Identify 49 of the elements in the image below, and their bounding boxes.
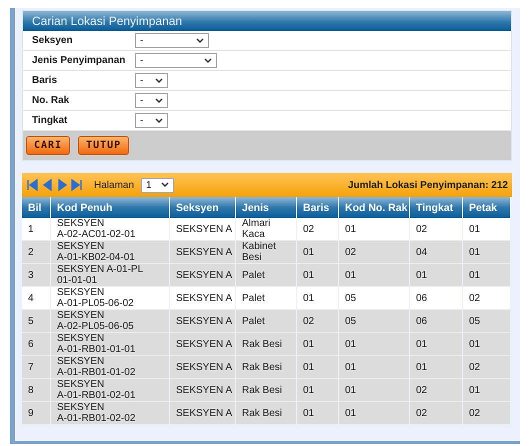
field-label: Baris [32, 75, 58, 86]
column-header[interactable]: Jenis [236, 197, 296, 218]
field-label: Tingkat [32, 115, 68, 126]
close-button[interactable]: TUTUP [78, 136, 130, 155]
table-cell: 01 [297, 402, 338, 425]
table-row[interactable]: 4 SEKSYEN A-01-PL05-06-02 SEKSYEN A Palet 01 05 06 02 [22, 287, 510, 310]
table-row[interactable]: 8 SEKSYEN A-01-RB01-02-01 SEKSYEN A Rak Besi 01 01 02 01 [22, 379, 510, 402]
last-page-icon[interactable] [71, 179, 83, 191]
table-cell: Rak Besi [236, 402, 296, 425]
field-label: Seksyen [32, 35, 73, 46]
page-label: Halaman [94, 180, 134, 190]
table-cell: 01 [339, 402, 409, 425]
column-header[interactable]: Baris [297, 197, 338, 218]
chevron-down-icon [196, 38, 204, 44]
table-cell: 02 [410, 402, 462, 425]
column-header[interactable]: Petak [463, 197, 510, 218]
page-dropdown[interactable]: 1 [141, 178, 174, 192]
table-cell: 9 [22, 402, 50, 425]
table-cell: SEKSYEN A [170, 402, 235, 425]
column-header[interactable]: Kod Penuh [51, 197, 169, 218]
chevron-down-icon [161, 182, 170, 188]
table-row[interactable]: 7 SEKSYEN A-01-RB01-01-02 SEKSYEN A Rak Besi 01 01 01 02 [22, 356, 510, 379]
next-page-icon[interactable] [56, 179, 68, 191]
chevron-down-icon [155, 78, 163, 84]
column-header[interactable]: Seksyen [170, 197, 235, 218]
field-label: Jenis Penyimpanan [32, 55, 126, 66]
table-row[interactable]: 3 SEKSYEN A-01-PL 01-01-01 SEKSYEN A Palet 01 01 01 01 [22, 264, 510, 287]
dropdown[interactable]: - [135, 53, 217, 68]
dropdown[interactable]: - [135, 33, 209, 48]
previous-page-icon[interactable] [41, 179, 53, 191]
table-row[interactable]: 9 SEKSYEN A-01-RB01-02-02 SEKSYEN A Rak Besi 01 01 02 02 [22, 402, 510, 425]
search-button[interactable]: CARI [26, 136, 70, 155]
chevron-down-icon [155, 98, 163, 104]
column-header[interactable]: Tingkat [410, 197, 462, 218]
first-page-icon[interactable] [26, 179, 38, 191]
total-count: Jumlah Lokasi Penyimpanan: 212 [348, 180, 508, 190]
panel-title: Carian Lokasi Penyimpanan [23, 11, 511, 31]
dropdown[interactable]: - [135, 93, 168, 108]
dropdown[interactable]: - [135, 73, 168, 88]
field-label: No. Rak [32, 95, 70, 106]
column-header[interactable]: Bil [22, 197, 50, 218]
column-header[interactable]: Kod No. Rak [339, 197, 409, 218]
table-row[interactable]: 5 SEKSYEN A-02-PL05-06-05 SEKSYEN A Palet 02 05 06 05 [22, 310, 510, 333]
dropdown[interactable]: - [135, 113, 168, 128]
chevron-down-icon [155, 118, 163, 124]
chevron-down-icon [204, 58, 212, 64]
table-cell: 02 [463, 402, 510, 425]
table-cell: SEKSYEN A-01-RB01-02-02 [51, 402, 169, 425]
table-row[interactable]: 6 SEKSYEN A-01-RB01-01-01 SEKSYEN A Rak Besi 01 01 01 01 [22, 333, 510, 356]
